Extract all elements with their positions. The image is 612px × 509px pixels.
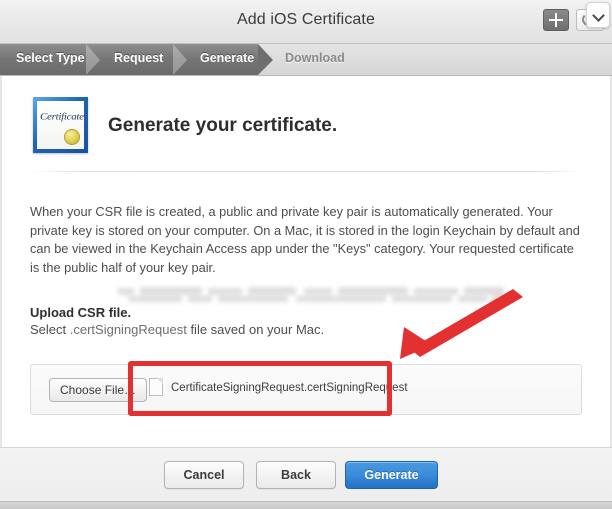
generate-button[interactable]: Generate xyxy=(345,461,438,489)
selected-file-name: CertificateSigningRequest.certSigningReq… xyxy=(171,382,408,394)
upload-section-title: Upload CSR file. xyxy=(30,305,132,320)
step-select-type[interactable]: Select Type xyxy=(16,51,85,65)
step-download: Download xyxy=(285,51,345,65)
plus-icon[interactable] xyxy=(543,9,569,31)
certificate-seal-icon xyxy=(64,129,80,145)
page-title: Generate your certificate. xyxy=(108,115,338,136)
window-titlebar: Add iOS Certificate xyxy=(0,0,612,44)
dialog-footer: Cancel Back Generate xyxy=(0,447,612,509)
cancel-button[interactable]: Cancel xyxy=(164,461,244,489)
choose-file-button[interactable]: Choose File… xyxy=(49,378,148,402)
upload-sub-prefix: Select xyxy=(30,322,70,337)
window-title: Add iOS Certificate xyxy=(237,11,375,28)
chevron-down-icon[interactable] xyxy=(586,2,610,28)
redacted-strip xyxy=(118,287,510,302)
add-ios-certificate-window: Add iOS Certificate Select Type Request … xyxy=(0,0,612,509)
step-separator xyxy=(86,44,100,75)
window-bottom-strip xyxy=(0,501,612,509)
step-request[interactable]: Request xyxy=(114,51,163,65)
certificate-icon-inner: Certificate xyxy=(37,101,84,149)
document-icon xyxy=(149,378,163,396)
upload-sub-extension: .certSigningRequest xyxy=(69,322,187,337)
upload-panel: Choose File… CertificateSigningRequest.c… xyxy=(30,364,582,415)
step-generate[interactable]: Generate xyxy=(200,51,254,65)
step-separator xyxy=(173,44,187,75)
step-active-arrow xyxy=(258,44,273,75)
certificate-icon: Certificate xyxy=(33,97,88,153)
upload-section-subtitle: Select .certSigningRequest file saved on… xyxy=(30,322,324,337)
section-divider xyxy=(30,171,582,172)
description-paragraph: When your CSR file is created, a public … xyxy=(30,204,580,275)
step-progress-bar: Select Type Request Generate Download xyxy=(0,44,612,76)
certificate-icon-caption: Certificate xyxy=(40,111,84,123)
back-button[interactable]: Back xyxy=(256,461,336,489)
upload-sub-suffix: file saved on your Mac. xyxy=(186,322,325,337)
